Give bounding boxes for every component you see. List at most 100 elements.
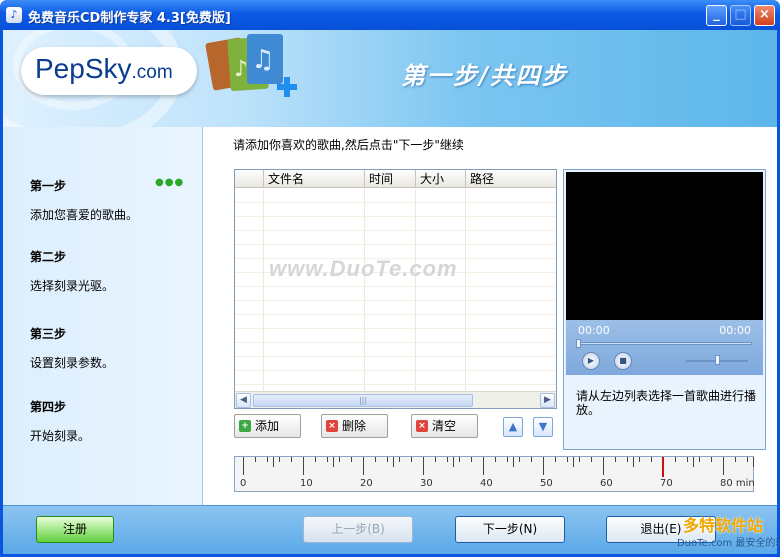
ruler-tick — [459, 457, 460, 462]
step-description: 开始刻录。 — [30, 429, 91, 443]
capacity-limit-marker — [662, 457, 664, 477]
ruler-label: 0 — [240, 478, 247, 489]
delete-button[interactable]: × 删除 — [321, 414, 388, 438]
prev-button[interactable]: 上一步(B) — [303, 516, 413, 543]
title-bar[interactable]: ♪ 免费音乐CD制作专家 4.3[免费版] _ □ × — [0, 0, 780, 30]
ruler-label: 80 min — [720, 478, 755, 489]
ruler-tick — [723, 457, 724, 475]
ruler-label: 10 — [300, 478, 313, 489]
column-divider — [415, 189, 416, 391]
ruler-tick — [699, 457, 700, 462]
move-down-button[interactable]: ▼ — [533, 417, 553, 437]
ruler-tick — [627, 457, 628, 462]
current-time: 00:00 — [578, 324, 610, 337]
ruler-tick — [339, 457, 340, 462]
column-header-path[interactable]: 路径 — [465, 170, 556, 188]
ruler-tick — [423, 457, 424, 475]
clear-label: 清空 — [432, 419, 457, 433]
seek-handle[interactable] — [576, 339, 581, 348]
duote-logo-subtitle: DuoTe.com 最安全的软件站 — [677, 538, 780, 549]
scroll-thumb[interactable]: ||| — [253, 394, 473, 407]
ruler-tick — [693, 457, 694, 467]
next-button[interactable]: 下一步(N) — [455, 516, 565, 543]
ruler-tick — [567, 457, 568, 462]
current-step-indicator: ●●● — [155, 177, 185, 188]
logo-main-text: PepSky — [35, 53, 132, 84]
ruler-label: 60 — [600, 478, 613, 489]
ruler-tick — [327, 457, 328, 462]
ruler-label: 40 — [480, 478, 493, 489]
ruler-tick — [267, 457, 268, 462]
scroll-right-arrow-icon[interactable]: ▶ — [540, 393, 555, 408]
step-title: 第一步/共四步 — [401, 61, 568, 90]
ruler-tick — [243, 457, 244, 475]
seek-bar[interactable] — [576, 342, 752, 345]
clear-button[interactable]: × 清空 — [411, 414, 478, 438]
song-list[interactable]: 文件名 时间 大小 路径 www.DuoTe.com ◀ ||| ▶ — [234, 169, 557, 409]
ruler-tick — [333, 457, 334, 467]
player-message: 请从左边列表选择一首歌曲进行播放。 — [576, 389, 757, 417]
ruler-tick — [639, 457, 640, 462]
horizontal-scrollbar[interactable]: ◀ ||| ▶ — [235, 391, 556, 408]
column-header-size[interactable]: 大小 — [415, 170, 465, 188]
volume-handle[interactable] — [714, 355, 720, 365]
column-divider — [263, 189, 264, 391]
step-description: 设置刻录参数。 — [30, 356, 115, 370]
duote-logo: 多特软件站 DuoTe.com 最安全的软件站 — [677, 508, 780, 554]
list-header: 文件名 时间 大小 路径 — [235, 170, 556, 188]
app-window: ♪ 免费音乐CD制作专家 4.3[免费版] _ □ × PepSky.com ♫… — [0, 0, 780, 557]
close-button[interactable]: × — [754, 5, 775, 26]
add-label: 添加 — [255, 419, 280, 433]
step-description: 选择刻录光驱。 — [30, 279, 115, 293]
logo-suffix-text: .com — [131, 62, 173, 83]
pepsky-logo: PepSky.com — [21, 47, 197, 95]
step-heading: 第一步 — [30, 179, 67, 193]
ruler-tick — [303, 457, 304, 475]
music-cd-icon: ♫ ♪ — [205, 34, 297, 97]
maximize-button[interactable]: □ — [730, 5, 751, 26]
register-button[interactable]: 注册 — [36, 516, 114, 543]
column-divider — [465, 189, 466, 391]
ruler-label: 50 — [540, 478, 553, 489]
step-heading: 第三步 — [30, 327, 67, 341]
ruler-tick — [591, 457, 592, 462]
ruler-tick — [531, 457, 532, 462]
column-header-blank[interactable] — [235, 170, 263, 188]
svg-text:♫: ♫ — [251, 45, 274, 75]
preview-player: 00:00 00:00 ▶ ■ 请从左边列表选择一首歌曲进行播放。 — [563, 169, 766, 450]
ruler-tick — [543, 457, 544, 475]
ruler-tick — [753, 457, 754, 467]
arrow-up-icon: ▲ — [508, 420, 518, 433]
capacity-ruler: 0 10 20 30 40 50 60 70 80 min — [234, 456, 755, 492]
ruler-tick — [399, 457, 400, 462]
column-header-time[interactable]: 时间 — [364, 170, 415, 188]
add-button[interactable]: + 添加 — [234, 414, 301, 438]
duote-logo-title: 多特软件站 — [683, 516, 764, 535]
arrow-down-icon: ▼ — [538, 420, 548, 433]
ruler-tick — [507, 457, 508, 462]
ruler-tick — [351, 457, 352, 462]
header-banner: PepSky.com ♫ ♪ 第一步/共四步 — [3, 30, 777, 127]
move-up-button[interactable]: ▲ — [503, 417, 523, 437]
minimize-button[interactable]: _ — [706, 5, 727, 26]
window-title: 免费音乐CD制作专家 4.3[免费版] — [28, 11, 231, 26]
svg-text:♪: ♪ — [234, 57, 248, 82]
ruler-tick — [483, 457, 484, 475]
ruler-tick — [555, 457, 556, 462]
step-description: 添加您喜爱的歌曲。 — [30, 208, 139, 222]
play-icon: ▶ — [587, 356, 595, 365]
sidebar-step-3: 第三步 设置刻录参数。 — [30, 325, 114, 371]
column-header-filename[interactable]: 文件名 — [263, 170, 364, 188]
play-button[interactable]: ▶ — [582, 352, 600, 370]
client-area: PepSky.com ♫ ♪ 第一步/共四步 ●●● 第一步 添加您喜爱的歌曲。… — [3, 30, 780, 554]
sidebar-step-1: 第一步 添加您喜爱的歌曲。 — [30, 177, 138, 223]
ruler-tick — [579, 457, 580, 462]
scroll-left-arrow-icon[interactable]: ◀ — [236, 393, 251, 408]
stop-button[interactable]: ■ — [614, 352, 632, 370]
list-body[interactable] — [235, 189, 556, 391]
ruler-tick — [687, 457, 688, 462]
app-icon: ♪ — [6, 7, 22, 23]
column-divider — [364, 189, 365, 391]
instruction-text: 请添加你喜欢的歌曲,然后点击"下一步"继续 — [233, 138, 464, 152]
ruler-tick — [375, 457, 376, 462]
